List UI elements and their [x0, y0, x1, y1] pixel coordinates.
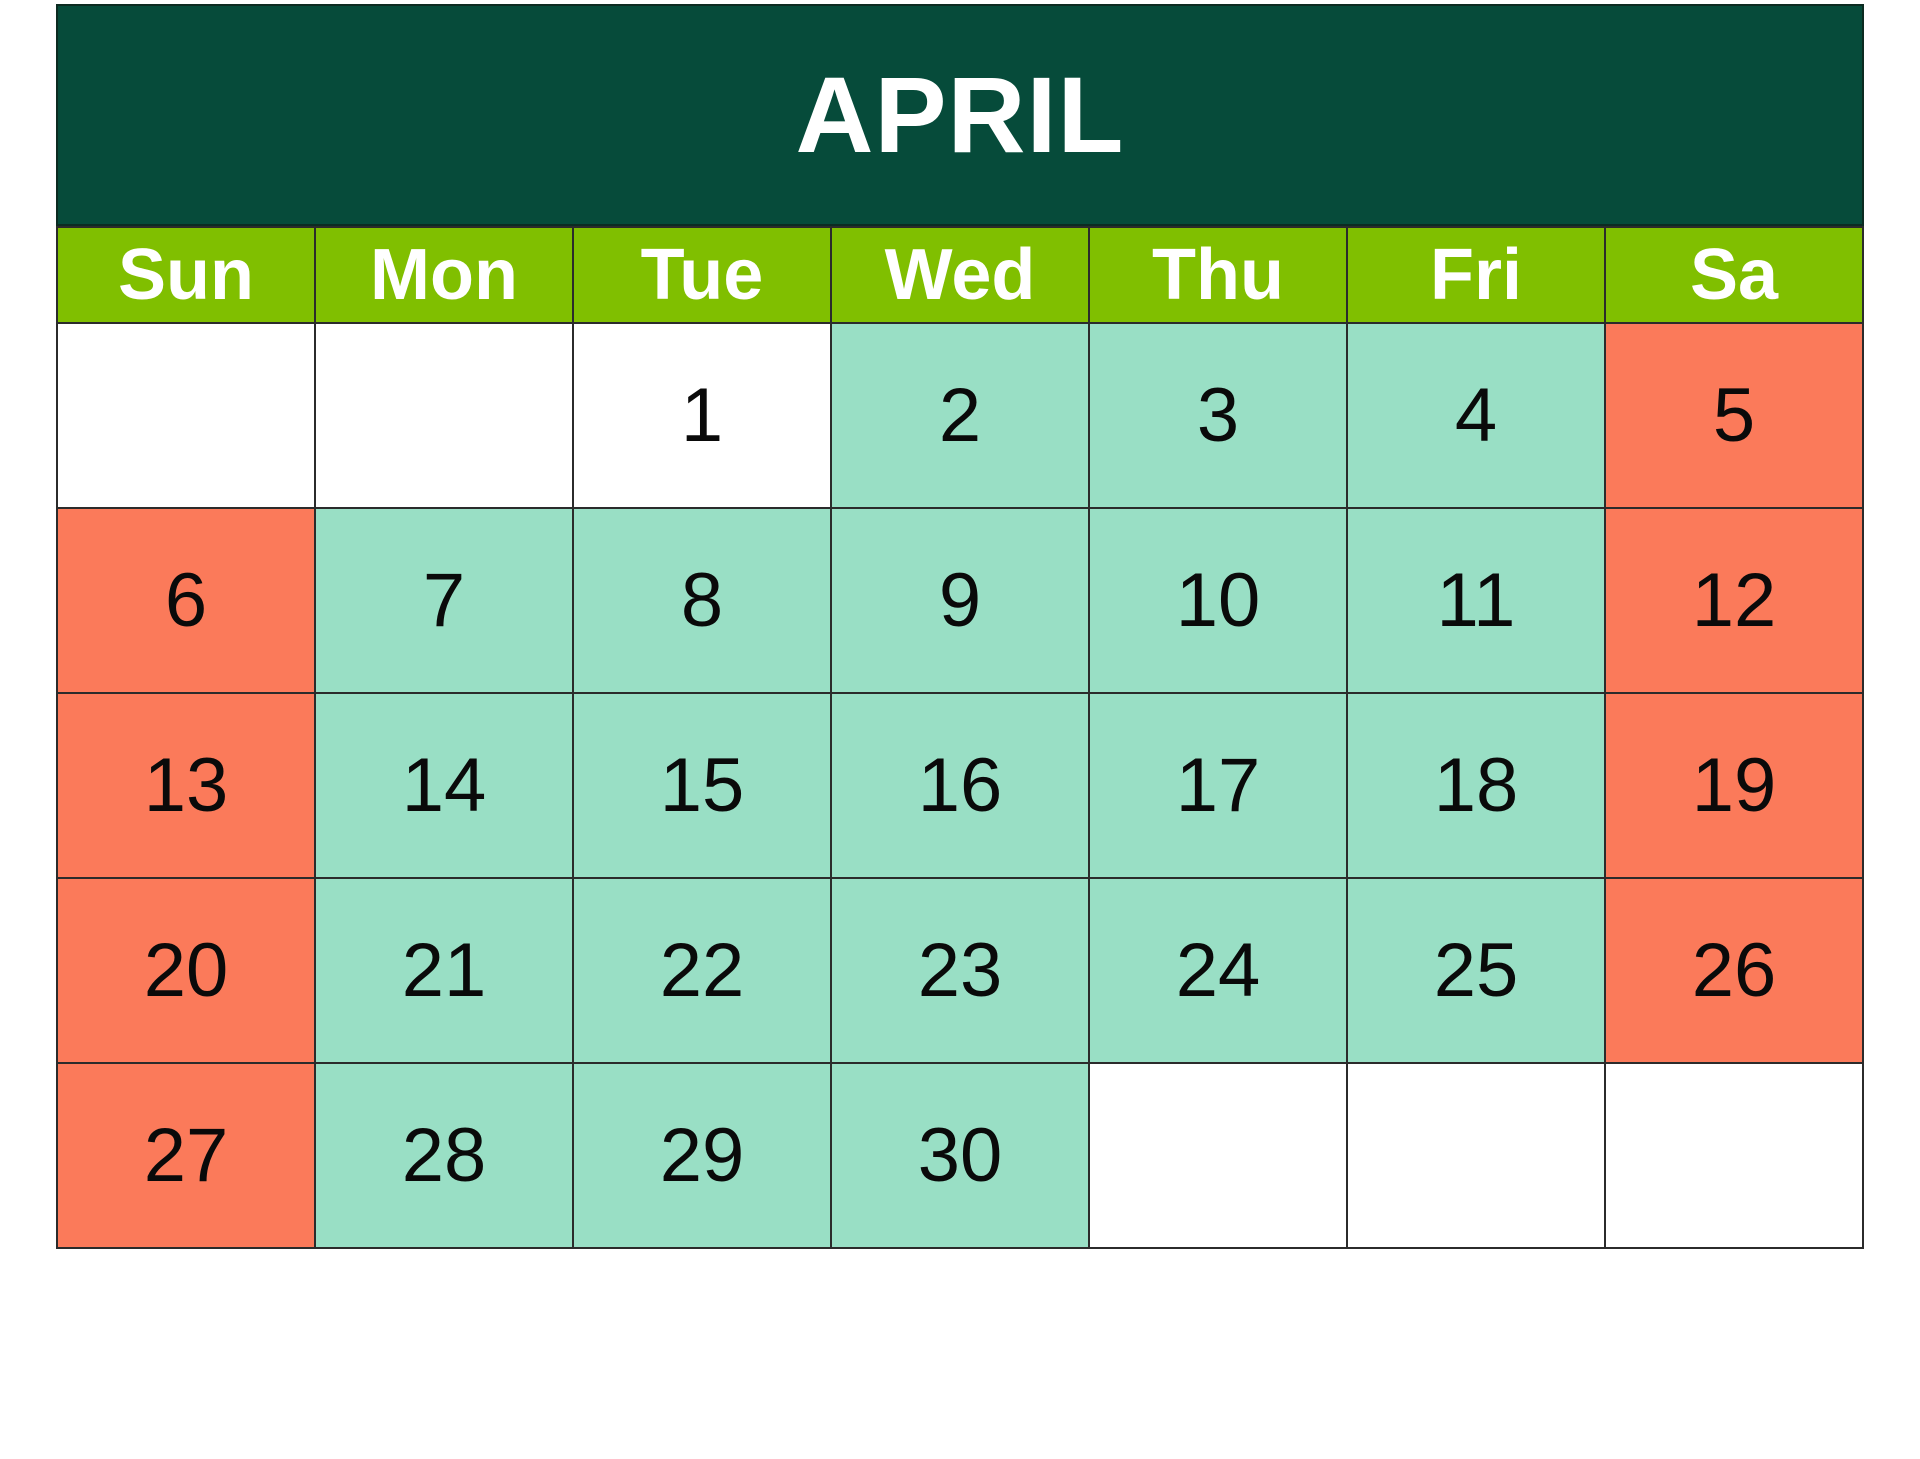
calendar-day-cell[interactable]: 14: [314, 692, 574, 879]
calendar-day-cell[interactable]: 12: [1604, 507, 1864, 694]
day-number: 9: [938, 557, 982, 643]
calendar-day-cell[interactable]: 9: [830, 507, 1090, 694]
day-number: 14: [401, 742, 487, 828]
calendar-week-row: 13 14 15 16 17 18 19: [56, 692, 1864, 879]
weekday-header-label: Sun: [118, 235, 254, 315]
weekday-header-label: Sa: [1689, 235, 1779, 315]
weekday-header-label: Mon: [370, 235, 518, 315]
calendar-day-cell[interactable]: 21: [314, 877, 574, 1064]
calendar-day-cell[interactable]: 26: [1604, 877, 1864, 1064]
day-number: 25: [1433, 927, 1519, 1013]
weekday-header-label: Wed: [884, 235, 1036, 315]
day-number: 26: [1691, 927, 1777, 1013]
weekday-header-row: Sun Mon Tue Wed Thu Fri Sa: [56, 226, 1864, 324]
calendar-day-cell[interactable]: 30: [830, 1062, 1090, 1249]
calendar-week-row: 20 21 22 23 24 25 26: [56, 877, 1864, 1064]
calendar-title-bar: APRIL: [56, 4, 1864, 226]
calendar-week-row: 27 28 29 30: [56, 1062, 1864, 1249]
calendar-body: 1 2 3 4 5 6 7 8 9 10 11 12 13 14 15 16 17 18 19 20 21 22 23 24 2…: [56, 322, 1864, 1249]
day-number: 29: [659, 1112, 745, 1198]
day-number: 21: [401, 927, 487, 1013]
calendar-day-cell[interactable]: 6: [56, 507, 316, 694]
day-number: 16: [917, 742, 1003, 828]
calendar-day-cell[interactable]: 1: [572, 322, 832, 509]
day-number: 6: [164, 557, 208, 643]
calendar-day-cell[interactable]: 4: [1346, 322, 1606, 509]
weekday-header-tue: Tue: [572, 226, 832, 324]
calendar-empty-cell: [1604, 1062, 1864, 1249]
day-number: 19: [1691, 742, 1777, 828]
day-number: 28: [401, 1112, 487, 1198]
weekday-header-thu: Thu: [1088, 226, 1348, 324]
calendar-day-cell[interactable]: 5: [1604, 322, 1864, 509]
day-number: 24: [1175, 927, 1261, 1013]
day-number: 3: [1196, 372, 1240, 458]
day-number: 11: [1436, 557, 1516, 643]
calendar-empty-cell: [1088, 1062, 1348, 1249]
calendar-day-cell[interactable]: 10: [1088, 507, 1348, 694]
calendar-day-cell[interactable]: 8: [572, 507, 832, 694]
day-number: 30: [917, 1112, 1003, 1198]
weekday-header-sun: Sun: [56, 226, 316, 324]
calendar-day-cell[interactable]: 27: [56, 1062, 316, 1249]
day-number: 23: [917, 927, 1003, 1013]
calendar-day-cell[interactable]: 17: [1088, 692, 1348, 879]
calendar-day-cell[interactable]: 28: [314, 1062, 574, 1249]
calendar-day-cell[interactable]: 18: [1346, 692, 1606, 879]
weekday-header-label: Thu: [1152, 235, 1284, 315]
day-number: 17: [1175, 742, 1261, 828]
day-number: 27: [143, 1112, 229, 1198]
calendar-day-cell[interactable]: 23: [830, 877, 1090, 1064]
calendar-empty-cell: [1346, 1062, 1606, 1249]
calendar-day-cell[interactable]: 20: [56, 877, 316, 1064]
calendar-day-cell[interactable]: 2: [830, 322, 1090, 509]
calendar-day-cell[interactable]: 7: [314, 507, 574, 694]
calendar-day-cell[interactable]: 15: [572, 692, 832, 879]
day-number: 4: [1454, 372, 1498, 458]
day-number: 5: [1712, 372, 1756, 458]
day-number: 12: [1691, 557, 1777, 643]
day-number: 22: [659, 927, 745, 1013]
calendar-widget: APRIL Sun Mon Tue Wed Thu Fri Sa 1 2 3 4 5 6 7 8 9 10 11…: [56, 4, 1864, 1249]
calendar-day-cell[interactable]: 3: [1088, 322, 1348, 509]
weekday-header-mon: Mon: [314, 226, 574, 324]
calendar-day-cell[interactable]: 24: [1088, 877, 1348, 1064]
day-number: 8: [680, 557, 724, 643]
day-number: 13: [143, 742, 229, 828]
day-number: 20: [143, 927, 229, 1013]
calendar-day-cell[interactable]: 25: [1346, 877, 1606, 1064]
weekday-header-sa: Sa: [1604, 226, 1864, 324]
weekday-header-wed: Wed: [830, 226, 1090, 324]
calendar-day-cell[interactable]: 22: [572, 877, 832, 1064]
calendar-day-cell[interactable]: 29: [572, 1062, 832, 1249]
calendar-week-row: 1 2 3 4 5: [56, 322, 1864, 509]
day-number: 15: [659, 742, 745, 828]
day-number: 1: [680, 372, 724, 458]
month-title: APRIL: [795, 54, 1125, 175]
calendar-day-cell[interactable]: 16: [830, 692, 1090, 879]
calendar-week-row: 6 7 8 9 10 11 12: [56, 507, 1864, 694]
day-number: 18: [1433, 742, 1519, 828]
calendar-day-cell[interactable]: 11: [1346, 507, 1606, 694]
weekday-header-fri: Fri: [1346, 226, 1606, 324]
calendar-empty-cell: [314, 322, 574, 509]
day-number: 7: [422, 557, 466, 643]
weekday-header-label: Tue: [640, 235, 764, 315]
weekday-header-label: Fri: [1429, 235, 1522, 315]
calendar-day-cell[interactable]: 19: [1604, 692, 1864, 879]
day-number: 2: [938, 372, 982, 458]
calendar-empty-cell: [56, 322, 316, 509]
calendar-grid: Sun Mon Tue Wed Thu Fri Sa 1 2 3 4 5 6 7 8 9 10 11 12 13 14…: [56, 226, 1864, 1249]
calendar-day-cell[interactable]: 13: [56, 692, 316, 879]
day-number: 10: [1175, 557, 1261, 643]
